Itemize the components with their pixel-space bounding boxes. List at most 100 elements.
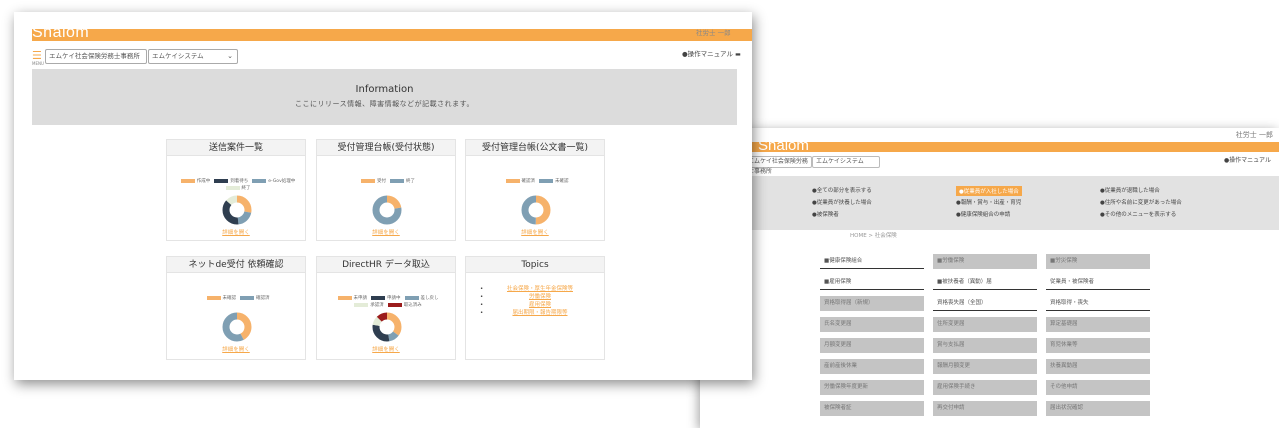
open-details-link[interactable]: 詳細を開く [317, 345, 455, 353]
information-title: Information [355, 84, 414, 95]
procedure-item[interactable]: 資格取得・喪失 [1046, 296, 1150, 311]
legend-swatch [225, 185, 240, 190]
information-panel: Information ここにリリース情報、障害情報などが記載されます。 [32, 69, 737, 125]
legend-label: 到着待ち [230, 179, 249, 184]
donut-chart [372, 195, 402, 225]
menu-link[interactable]: ●被保険者 [812, 210, 839, 218]
legend-label: 確認済 [256, 296, 270, 301]
card-title: 受付管理台帳(公文書一覧) [466, 140, 604, 156]
topic-link[interactable]: 労働保険 [480, 293, 600, 301]
menu-link[interactable]: ●従業員が退職した場合 [1100, 186, 1160, 194]
donut-chart [372, 312, 402, 342]
procedure-item[interactable]: 被保険者証 [820, 401, 924, 416]
card-title: DirectHR データ取込 [317, 257, 455, 273]
legend-label: 未確認 [222, 296, 237, 301]
legend-swatch [404, 295, 419, 300]
topics-title: Topics [466, 257, 604, 273]
procedure-item[interactable]: 算定基礎届 [1046, 317, 1150, 332]
topic-link[interactable]: 雇用保険 [480, 301, 600, 309]
legend-swatch [390, 178, 404, 183]
chart-legend: 作成中 到着待ち e-Gov処理中 終了 [167, 178, 305, 192]
menu-link[interactable]: ●従業員が入社した場合 [956, 186, 1022, 196]
procedure-item[interactable]: その他申請 [1046, 380, 1150, 395]
topic-link[interactable]: 社会保険・厚生年金保険等 [480, 285, 600, 293]
procedure-item[interactable]: ■健康保険組合 [820, 254, 924, 269]
menu-link[interactable]: ●住所や名前に変更があった場合 [1100, 198, 1182, 206]
legend-label: e-Gov処理中 [268, 179, 296, 184]
legend-swatch [387, 302, 402, 307]
user-name[interactable]: 社労士 一郎 [696, 27, 731, 37]
manual-link[interactable]: ●操作マニュアル ▬ [682, 48, 741, 58]
legend-label: 承認済 [370, 303, 384, 308]
chart-legend: 確認済 未確認 [466, 178, 604, 185]
procedure-item[interactable]: 雇用保険手続き [933, 380, 1037, 395]
manual-link[interactable]: ●操作マニュアル [1224, 155, 1271, 164]
menu-link[interactable]: ●従業員が扶養した場合 [812, 198, 872, 206]
user-name[interactable]: 社労士 一郎 [1236, 130, 1273, 140]
legend-label: 受付 [377, 179, 386, 184]
open-details-link[interactable]: 詳細を開く [466, 228, 604, 236]
procedure-item[interactable]: 月額変更届 [820, 338, 924, 353]
legend-label: 差し戻し [420, 296, 439, 301]
legend-swatch [180, 178, 195, 183]
procedure-item[interactable]: ■労働保険 [933, 254, 1037, 269]
logo: Shalom [758, 137, 809, 154]
topics-card: Topics 社会保険・厚生年金保険等労働保険雇用保険届出期限・報告期限等 [465, 256, 605, 360]
procedure-item[interactable]: 従業員・被保険者 [1046, 275, 1150, 290]
legend-swatch [240, 295, 254, 300]
menu-link[interactable]: ●全ての部分を表示する [812, 186, 872, 194]
main-screen: Shalom 社労士 一郎 ☰ MENU エムケイ社会保険労務士事務所 エムケイ… [14, 12, 752, 380]
procedure-item[interactable]: 届出状況確認 [1046, 401, 1150, 416]
donut-chart [222, 312, 252, 342]
procedure-item[interactable]: 扶養異動届 [1046, 359, 1150, 374]
procedure-item[interactable]: 賞与支払届 [933, 338, 1037, 353]
procedure-item[interactable]: ■雇用保険 [820, 275, 924, 290]
legend-label: 確認済 [521, 179, 536, 184]
procedure-item[interactable]: 労働保険年度更新 [820, 380, 924, 395]
breadcrumb[interactable]: HOME > 社会保険 [850, 231, 897, 239]
card-title: 受付管理台帳(受付状態) [317, 140, 455, 156]
procedure-item[interactable]: 育児休業等 [1046, 338, 1150, 353]
procedure-item[interactable]: 産前産後休業 [820, 359, 924, 374]
information-subtitle: ここにリリース情報、障害情報などが記載されます。 [295, 100, 474, 108]
chart-legend: 未確認 確認済 [167, 295, 305, 302]
procedure-item[interactable]: 資格取得届（新規） [820, 296, 924, 311]
menu-label: MENU [32, 61, 44, 66]
office-select[interactable]: エムケイ社会保険労務士事務所 [45, 49, 147, 64]
open-details-link[interactable]: 詳細を開く [167, 228, 305, 236]
system-select[interactable]: エムケイシステム [812, 156, 880, 168]
menu-button[interactable]: ☰ MENU [32, 50, 44, 66]
legend-label: 取込済み [403, 303, 422, 308]
legend-swatch [361, 178, 375, 183]
procedure-item[interactable]: 資格喪失届（全国） [933, 296, 1037, 311]
system-select-value: エムケイシステム [152, 52, 204, 60]
dashboard-card: ネットde受付 依頼確認 未確認 確認済 詳細を開く [166, 256, 306, 360]
legend-label: 申請中 [387, 296, 401, 301]
dashboard-card: DirectHR データ取込 未申請 申請中 差し戻し 承認済 取込済み 詳細を開く [316, 256, 456, 360]
system-select[interactable]: エムケイシステム ⌄ [148, 49, 238, 64]
open-details-link[interactable]: 詳細を開く [167, 345, 305, 353]
legend-label: 終了 [406, 179, 415, 184]
legend-swatch [371, 295, 385, 300]
office-select[interactable]: エムケイ社会保険労務士事務所 [744, 156, 812, 175]
menu-link[interactable]: ●その他のメニューを表示する [1100, 210, 1176, 218]
procedure-item[interactable]: ■労災保険 [1046, 254, 1150, 269]
manual-label: ●操作マニュアル [682, 50, 733, 58]
chart-legend: 未申請 申請中 差し戻し 承認済 取込済み [317, 295, 455, 309]
legend-label: 作成中 [196, 179, 211, 184]
procedure-item[interactable]: ■被扶養者（異動）届 [933, 275, 1037, 290]
legend-swatch [206, 295, 221, 300]
topic-link[interactable]: 届出期限・報告期限等 [480, 309, 600, 317]
legend-swatch [214, 178, 229, 183]
open-details-link[interactable]: 詳細を開く [317, 228, 455, 236]
menu-link[interactable]: ●健康保険組合の申請 [956, 210, 1010, 218]
stage: Shalom 社労士 一郎 エムケイ社会保険労務士事務所 エムケイシステム ●操… [0, 0, 1279, 428]
procedure-item[interactable]: 報酬月額変更 [933, 359, 1037, 374]
procedure-item[interactable]: 住所変更届 [933, 317, 1037, 332]
menu-link[interactable]: ●報酬・賞与・出産・育児 [956, 198, 1021, 206]
procedure-item[interactable]: 再交付申請 [933, 401, 1037, 416]
header-bar [32, 29, 752, 41]
donut-chart [222, 195, 252, 225]
procedure-item[interactable]: 氏名変更届 [820, 317, 924, 332]
book-icon: ▬ [735, 51, 741, 58]
